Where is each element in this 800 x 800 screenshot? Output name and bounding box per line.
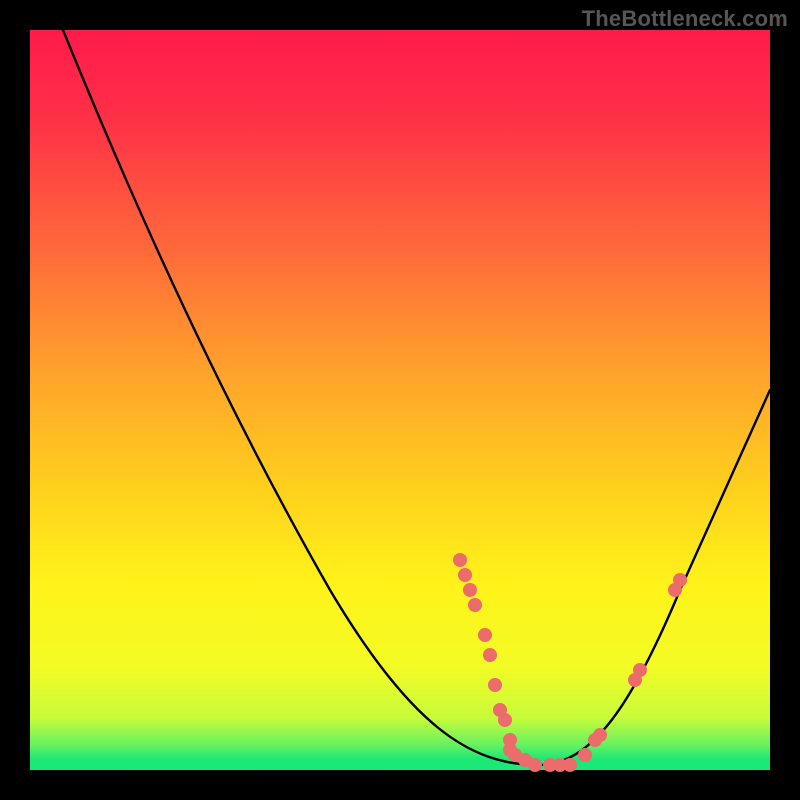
- scatter-dot: [488, 678, 502, 692]
- scatter-dot: [563, 758, 577, 772]
- scatter-dot: [593, 728, 607, 742]
- chart-container: TheBottleneck.com: [0, 0, 800, 800]
- scatter-dot: [528, 758, 542, 772]
- scatter-dots-layer: [30, 30, 770, 770]
- scatter-dot: [633, 663, 647, 677]
- plot-area: [30, 30, 770, 770]
- scatter-dot: [578, 748, 592, 762]
- scatter-dot: [463, 583, 477, 597]
- scatter-dot: [458, 568, 472, 582]
- scatter-dot: [453, 553, 467, 567]
- scatter-dot: [468, 598, 482, 612]
- attribution-label: TheBottleneck.com: [582, 6, 788, 32]
- scatter-dot: [673, 573, 687, 587]
- scatter-dot: [478, 628, 492, 642]
- scatter-dot: [498, 713, 512, 727]
- scatter-dot: [483, 648, 497, 662]
